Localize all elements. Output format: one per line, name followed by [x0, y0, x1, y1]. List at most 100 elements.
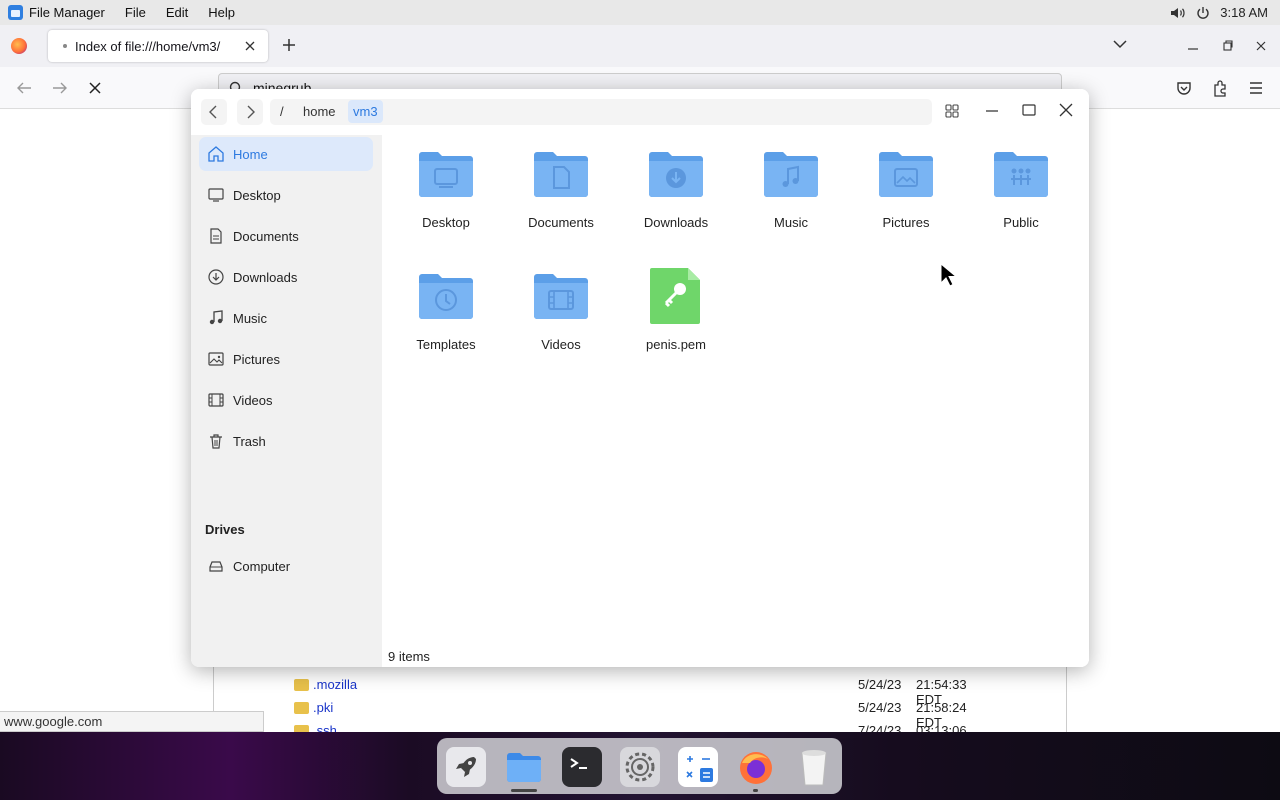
folder-documents[interactable]: Documents [506, 149, 616, 259]
close-tab-icon[interactable] [242, 38, 258, 54]
fm-maximize-icon[interactable] [1021, 102, 1037, 118]
drives-heading: Drives [205, 522, 245, 537]
sidebar-item-label: Documents [233, 228, 299, 244]
power-icon[interactable] [1196, 6, 1210, 20]
terminal-icon[interactable] [562, 747, 602, 787]
calculator-icon[interactable] [678, 747, 718, 787]
folder-icon [294, 679, 309, 691]
folder-pictures-icon [879, 152, 933, 197]
stop-loading-icon[interactable] [88, 81, 102, 95]
menu-edit[interactable]: Edit [166, 5, 188, 20]
browser-restore-icon[interactable] [1222, 39, 1234, 53]
list-tabs-chevron-icon[interactable] [1113, 39, 1127, 49]
browser-tab[interactable]: Index of file:///home/vm3/ [48, 30, 268, 62]
browser-tab-bar: Index of file:///home/vm3/ [0, 25, 1280, 67]
file-pem[interactable]: penis.pem [621, 268, 731, 381]
file-manager-window: / home vm3 Home Desktop Documents Downlo… [191, 89, 1089, 667]
folder-public-icon [994, 152, 1048, 197]
dock-trash-icon[interactable] [794, 747, 834, 787]
active-app-indicator [511, 789, 537, 792]
videos-icon [208, 393, 224, 407]
drive-icon [209, 561, 223, 572]
sidebar-item-computer[interactable]: Computer [199, 549, 373, 583]
sidebar-item-label: Downloads [233, 269, 298, 285]
listing-name[interactable]: .ssh [313, 723, 337, 732]
item-count: 9 items [388, 649, 430, 664]
sidebar-item-videos[interactable]: Videos [199, 383, 373, 417]
item-name: Pictures [882, 215, 930, 230]
folder-documents-icon [534, 152, 588, 197]
folder-pictures[interactable]: Pictures [851, 149, 961, 259]
app-name[interactable]: File Manager [29, 5, 105, 20]
sidebar-item-label: Computer [233, 558, 291, 574]
listing-name[interactable]: .pki [313, 700, 333, 715]
back-arrow-icon[interactable] [16, 81, 32, 95]
breadcrumb-root[interactable]: / [280, 104, 284, 119]
volume-icon[interactable] [1170, 6, 1186, 20]
folder-desktop-icon [419, 152, 473, 197]
breadcrumb: / home vm3 [270, 99, 932, 125]
system-top-bar: File Manager File Edit Help 3:18 AM [0, 0, 1280, 25]
pictures-icon [208, 352, 224, 366]
link-status-url: www.google.com [0, 711, 264, 732]
view-grid-icon[interactable] [944, 103, 960, 119]
listing-row[interactable]: .mozilla 5/24/23 21:54:33 EDT [294, 676, 994, 707]
fm-back-button[interactable] [201, 99, 227, 125]
extensions-icon[interactable] [1212, 79, 1228, 97]
fm-minimize-icon[interactable] [984, 102, 1000, 118]
new-tab-plus-icon[interactable] [281, 37, 297, 53]
folder-videos[interactable]: Videos [506, 271, 616, 381]
downloads-icon [208, 269, 224, 285]
sidebar-item-desktop[interactable]: Desktop [199, 178, 373, 212]
listing-date: 5/24/23 [858, 700, 902, 715]
browser-minimize-icon[interactable] [1187, 39, 1199, 53]
breadcrumb-home[interactable]: home [303, 104, 336, 119]
sidebar-item-downloads[interactable]: Downloads [199, 260, 373, 294]
item-name: Documents [528, 215, 594, 230]
sidebar-item-documents[interactable]: Documents [199, 219, 373, 253]
firefox-icon [11, 38, 27, 54]
forward-arrow-icon[interactable] [52, 81, 68, 95]
folder-downloads-icon [649, 152, 703, 197]
menu-file[interactable]: File [125, 5, 146, 20]
listing-row[interactable]: .ssh 7/24/23 03:13:06 EDT [294, 722, 994, 732]
fm-forward-button[interactable] [237, 99, 263, 125]
trash-icon [210, 434, 222, 449]
folder-downloads[interactable]: Downloads [621, 149, 731, 259]
menu-help[interactable]: Help [208, 5, 235, 20]
tab-title: Index of file:///home/vm3/ [75, 38, 221, 54]
sidebar-item-label: Music [233, 310, 267, 326]
item-name: Music [774, 215, 808, 230]
folder-public[interactable]: Public [966, 149, 1076, 259]
item-name: penis.pem [646, 337, 706, 352]
hamburger-menu-icon[interactable] [1248, 80, 1264, 96]
breadcrumb-current[interactable]: vm3 [348, 100, 383, 123]
sidebar-item-pictures[interactable]: Pictures [199, 342, 373, 376]
documents-icon [210, 228, 222, 244]
folder-templates[interactable]: Templates [391, 271, 501, 381]
browser-close-icon[interactable] [1255, 39, 1267, 53]
clock[interactable]: 3:18 AM [1220, 5, 1268, 20]
listing-name[interactable]: .mozilla [313, 677, 357, 692]
sidebar-item-trash[interactable]: Trash [199, 424, 373, 458]
folder-music[interactable]: Music [736, 149, 846, 259]
dock-firefox-icon[interactable] [736, 747, 776, 787]
listing-row[interactable]: .pki 5/24/23 21:58:24 EDT [294, 699, 994, 730]
folder-music-icon [764, 152, 818, 197]
folder-desktop[interactable]: Desktop [391, 149, 501, 259]
folder-templates-icon [419, 274, 473, 319]
pocket-icon[interactable] [1176, 80, 1192, 96]
launcher-rocket-icon[interactable] [446, 747, 486, 787]
sidebar-item-label: Trash [233, 433, 266, 449]
sidebar-item-home[interactable]: Home [199, 137, 373, 171]
fm-close-icon[interactable] [1058, 102, 1074, 118]
folder-icon [294, 725, 309, 732]
sidebar-item-label: Desktop [233, 187, 281, 203]
item-name: Videos [541, 337, 581, 352]
dock-file-manager-icon[interactable] [504, 747, 544, 787]
sidebar-item-music[interactable]: Music [199, 301, 373, 335]
item-name: Desktop [422, 215, 470, 230]
running-indicator [753, 789, 758, 792]
sidebar-item-label: Videos [233, 392, 273, 408]
settings-gear-icon[interactable] [620, 747, 660, 787]
